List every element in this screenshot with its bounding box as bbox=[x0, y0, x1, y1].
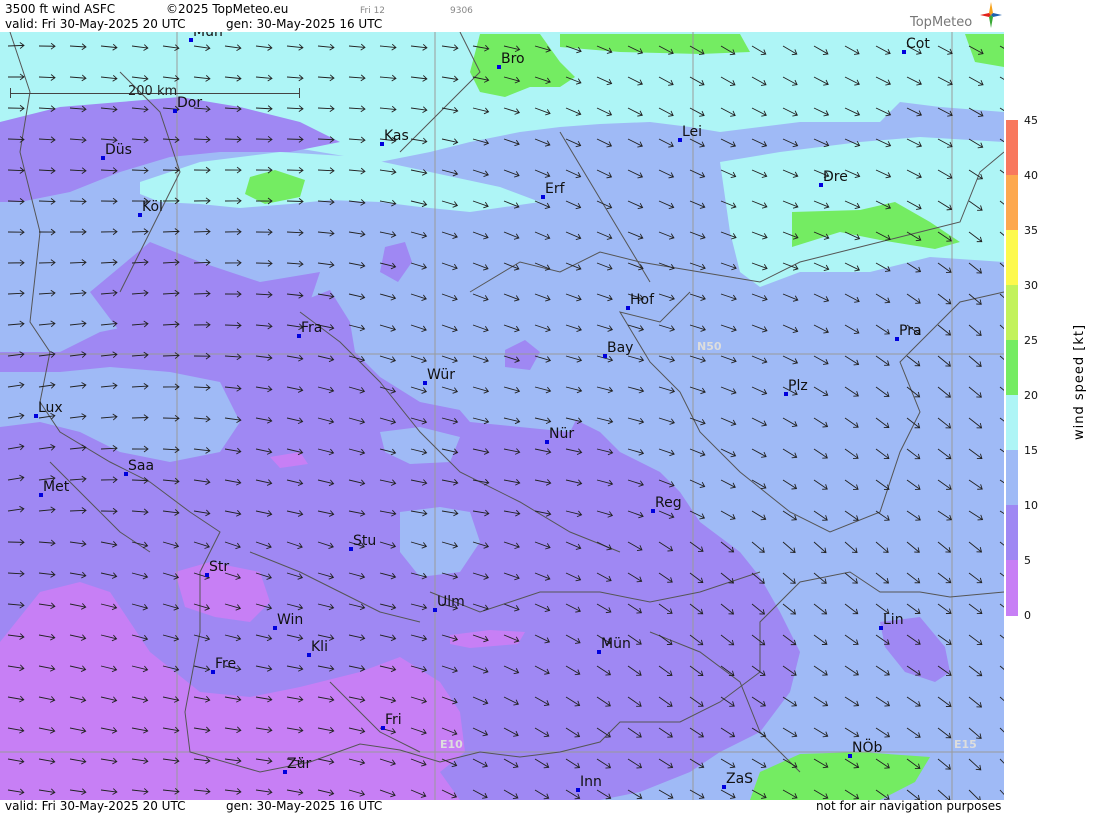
legend-tick-45: 45 bbox=[1024, 114, 1038, 127]
legend-5-10 bbox=[1006, 505, 1018, 560]
frame-day: Fri 12 bbox=[360, 6, 386, 16]
legend-tick-30: 30 bbox=[1024, 279, 1038, 292]
legend-tick-35: 35 bbox=[1024, 224, 1038, 237]
legend-tick-20: 20 bbox=[1024, 389, 1038, 402]
grid-label-e15: E15 bbox=[954, 738, 977, 751]
topmeteo-logo: TopMeteo bbox=[910, 15, 973, 30]
legend-20-25 bbox=[1006, 340, 1018, 395]
legend-15-20 bbox=[1006, 395, 1018, 450]
legend-30-35 bbox=[1006, 230, 1018, 285]
legend-40-45 bbox=[1006, 120, 1018, 175]
legend-tick-10: 10 bbox=[1024, 499, 1038, 512]
grid-label-e10: E10 bbox=[440, 738, 463, 751]
legend-35-40 bbox=[1006, 175, 1018, 230]
grid-label-n50: N50 bbox=[697, 340, 722, 353]
legend-tick-25: 25 bbox=[1024, 334, 1038, 347]
product-title: 3500 ft wind ASFC bbox=[5, 2, 116, 16]
valid-time: valid: Fri 30-May-2025 20 UTC bbox=[5, 17, 186, 31]
scale-bar: 200 km bbox=[10, 84, 300, 100]
legend-tick-0: 0 bbox=[1024, 609, 1031, 622]
footer-notice: not for air navigation purposes bbox=[816, 799, 1002, 813]
copyright: ©2025 TopMeteo.eu bbox=[166, 2, 289, 16]
wind-map[interactable]: N50 E10 E15 200 km Mün Bro Cot Dor Kas L… bbox=[0, 32, 1004, 800]
footer-generated-time: gen: 30-May-2025 16 UTC bbox=[226, 799, 383, 813]
scale-bar-label: 200 km bbox=[128, 84, 178, 99]
legend-25-30 bbox=[1006, 285, 1018, 340]
frame-code: 9306 bbox=[450, 6, 473, 16]
legend-tick-5: 5 bbox=[1024, 554, 1031, 567]
legend-title: wind speed [kt] bbox=[1072, 323, 1087, 440]
wind-speed-legend bbox=[1006, 120, 1018, 616]
legend-0-5 bbox=[1006, 560, 1018, 616]
legend-10-15 bbox=[1006, 450, 1018, 505]
compass-logo-icon bbox=[980, 2, 1002, 28]
legend-tick-15: 15 bbox=[1024, 444, 1038, 457]
legend-tick-40: 40 bbox=[1024, 169, 1038, 182]
footer-valid-time: valid: Fri 30-May-2025 20 UTC bbox=[5, 799, 186, 813]
generated-time: gen: 30-May-2025 16 UTC bbox=[226, 17, 383, 31]
